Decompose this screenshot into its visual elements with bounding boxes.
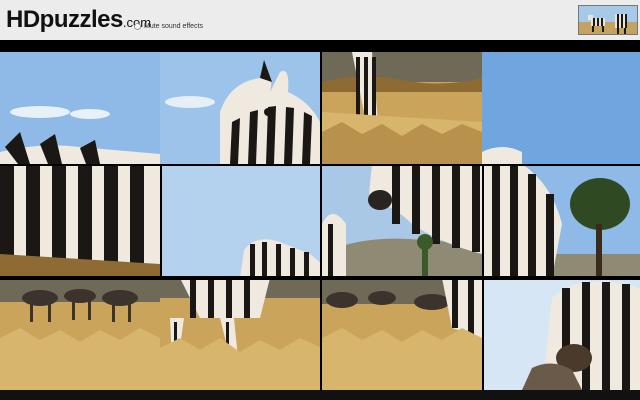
board-bottom-bar	[0, 390, 640, 400]
tile-r1c1[interactable]	[0, 52, 160, 164]
tile-r1c4[interactable]	[482, 52, 640, 164]
tile-gap	[0, 278, 640, 280]
board-top-bar	[0, 40, 640, 52]
mute-radio[interactable]	[134, 22, 141, 30]
tile-r1c3[interactable]	[322, 52, 482, 164]
tile-r3c2[interactable]	[160, 278, 320, 390]
tile-r1c2[interactable]	[160, 52, 320, 164]
tile-r3c3[interactable]	[322, 278, 482, 390]
puzzle-preview-thumbnail[interactable]	[578, 5, 638, 35]
tile-r2c1[interactable]	[0, 164, 160, 276]
tile-gap	[482, 164, 484, 390]
tile-r2c4[interactable]	[482, 164, 640, 276]
mute-label: Mute sound effects	[144, 22, 204, 30]
logo-text: HDpuzzles	[6, 6, 123, 33]
header-bar: HDpuzzles.com Mute sound effects	[0, 0, 640, 40]
tile-r2c3[interactable]	[322, 164, 482, 276]
mute-sound-toggle[interactable]: Mute sound effects	[134, 20, 203, 32]
preview-image	[579, 6, 637, 34]
tile-r3c1[interactable]	[0, 278, 160, 390]
site-logo[interactable]: HDpuzzles.com	[6, 6, 151, 34]
tile-gap	[320, 52, 322, 390]
tile-r3c4[interactable]	[482, 278, 640, 390]
tile-gap	[160, 164, 162, 278]
puzzle-board	[0, 52, 640, 392]
tile-r2c2[interactable]	[160, 164, 320, 276]
tile-gap	[0, 164, 640, 166]
